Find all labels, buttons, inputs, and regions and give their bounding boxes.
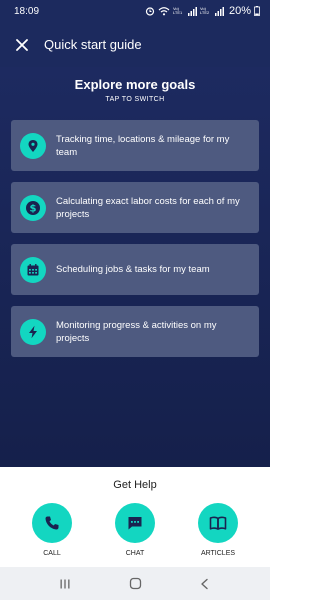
call-label: CALL <box>43 550 61 557</box>
goal-label: Scheduling jobs & tasks for my team <box>56 264 210 275</box>
signal-icon <box>214 6 224 16</box>
lightning-icon <box>20 318 46 345</box>
app-header: Quick start guide <box>0 22 270 67</box>
status-bar: 18:09 Vo) LTE1 Vo) LTE2 20% <box>0 0 270 22</box>
goal-card-tracking[interactable]: Tracking time, locations & mileage for m… <box>11 120 259 171</box>
recent-apps-icon <box>60 579 70 588</box>
goals-section: Explore more goals TAP TO SWITCH Trackin… <box>0 67 270 467</box>
help-section: Get Help CALL CHAT ARTICLES <box>0 467 270 567</box>
back-button[interactable] <box>195 574 215 594</box>
back-icon <box>201 578 208 589</box>
call-button[interactable]: CALL <box>22 503 82 557</box>
close-button[interactable] <box>12 35 32 55</box>
signal-icon <box>187 6 197 16</box>
help-title: Get Help <box>113 479 157 491</box>
system-nav-bar <box>0 567 270 600</box>
battery-icon <box>254 6 260 16</box>
svg-text:$: $ <box>30 203 37 214</box>
calendar-icon <box>20 256 46 283</box>
recent-apps-button[interactable] <box>55 574 75 594</box>
chat-label: CHAT <box>125 550 145 557</box>
goal-card-labor-costs[interactable]: $ Calculating exact labor costs for each… <box>11 182 259 233</box>
wifi-icon <box>158 7 170 16</box>
goal-label: Tracking time, locations & mileage for m… <box>56 133 230 158</box>
goal-card-monitoring[interactable]: Monitoring progress & activities on my p… <box>11 306 259 357</box>
articles-button[interactable]: ARTICLES <box>188 503 248 557</box>
chat-button[interactable]: CHAT <box>105 503 165 557</box>
network-label-2: Vo) LTE2 <box>199 6 210 15</box>
status-icons: Vo) LTE1 Vo) LTE2 20% <box>145 5 260 17</box>
battery-percent: 20% <box>228 5 251 17</box>
home-icon <box>129 577 141 590</box>
home-button[interactable] <box>125 574 145 594</box>
chat-icon <box>115 503 155 543</box>
status-time: 18:09 <box>14 5 40 17</box>
close-icon <box>16 38 28 51</box>
articles-label: ARTICLES <box>200 550 236 557</box>
section-subtitle: TAP TO SWITCH <box>105 96 165 103</box>
book-icon <box>198 503 238 543</box>
location-pin-icon <box>20 132 46 159</box>
goal-label: Calculating exact labor costs for each o… <box>56 195 240 220</box>
phone-icon <box>32 503 72 543</box>
alarm-icon <box>145 7 155 16</box>
page-title: Quick start guide <box>44 37 142 52</box>
goal-label: Monitoring progress & activities on my p… <box>56 319 217 344</box>
goal-card-scheduling[interactable]: Scheduling jobs & tasks for my team <box>11 244 259 295</box>
dollar-icon: $ <box>20 194 46 221</box>
section-title: Explore more goals <box>74 77 196 92</box>
network-label-1: Vo) LTE1 <box>172 6 183 15</box>
